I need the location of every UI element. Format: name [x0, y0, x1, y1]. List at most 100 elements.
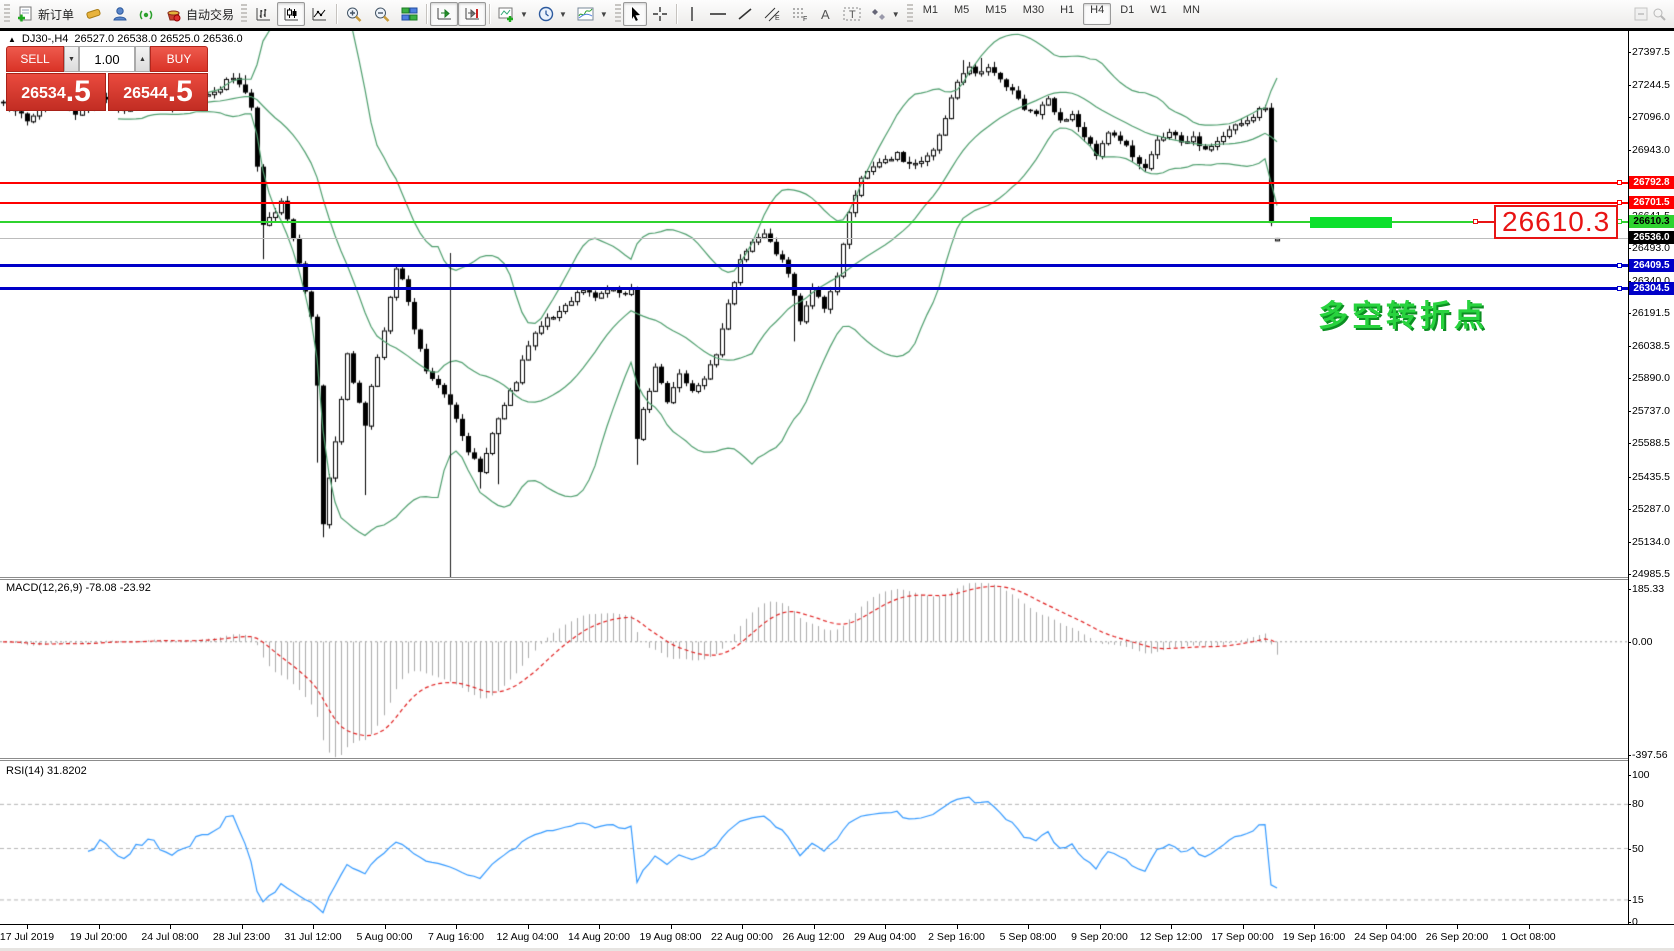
horizontal-line-support-upper[interactable]	[0, 264, 1628, 267]
price-tick-label: 25287.0	[1632, 503, 1670, 515]
time-axis-tick	[170, 925, 171, 929]
collapse-arrow-icon[interactable]: ▲	[8, 35, 16, 44]
clock-icon	[538, 6, 554, 22]
price-tag-26701.5: 26701.5	[1629, 196, 1674, 209]
toolbar-grip[interactable]	[4, 4, 10, 24]
signals-button[interactable]	[133, 2, 160, 26]
price-callout-anchor	[1473, 219, 1478, 224]
new-chart-button[interactable]: ▼	[493, 2, 533, 26]
rsi-canvas[interactable]	[0, 761, 1628, 924]
timeframe-button-m1[interactable]: M1	[916, 3, 945, 25]
time-axis-tick	[742, 925, 743, 929]
chart-shift-button[interactable]	[458, 2, 486, 26]
shapes-icon	[871, 6, 887, 22]
shapes-tool-button[interactable]: ▼	[866, 2, 905, 26]
buy-button[interactable]: BUY	[150, 46, 208, 72]
sell-price-button[interactable]: 26534 .5	[6, 73, 106, 111]
horizontal-line-resistance-upper[interactable]	[0, 182, 1628, 184]
time-axis-tick	[671, 925, 672, 929]
line-anchor[interactable]	[1617, 263, 1622, 268]
line-chart-mode-button[interactable]	[305, 2, 333, 26]
autotrading-icon	[165, 6, 182, 22]
chart-symbol-timeframe: DJ30-,H4	[22, 33, 68, 45]
chevron-down-icon: ▼	[559, 10, 567, 19]
turning-point-annotation[interactable]: 多空转折点	[1318, 291, 1488, 335]
volume-up-button[interactable]: ▲	[135, 46, 150, 72]
timeframe-button-m5[interactable]: M5	[947, 3, 976, 25]
toolbar-grip[interactable]	[907, 4, 913, 24]
sell-price-pips: .5	[66, 77, 91, 107]
time-axis[interactable]: 17 Jul 201919 Jul 20:0024 Jul 08:0028 Ju…	[0, 924, 1674, 948]
candlestick-mode-button[interactable]	[277, 2, 305, 26]
time-axis-label: 7 Aug 16:00	[428, 931, 484, 943]
macd-label: MACD(12,26,9) -78.08 -23.92	[6, 582, 151, 594]
line-anchor[interactable]	[1617, 200, 1622, 205]
chevron-down-icon: ▼	[520, 10, 528, 19]
tile-windows-button[interactable]	[396, 2, 423, 26]
styler-button[interactable]	[79, 2, 107, 26]
timeframe-button-d1[interactable]: D1	[1113, 3, 1141, 25]
horizontal-line-tool-button[interactable]	[704, 2, 732, 26]
time-axis-tick	[1100, 925, 1101, 929]
person-icon	[112, 6, 128, 22]
indicators-icon	[577, 6, 595, 22]
timeframe-button-m30[interactable]: M30	[1016, 3, 1051, 25]
crosshair-tool-button[interactable]	[647, 2, 673, 26]
indicators-button[interactable]: ▼	[572, 2, 613, 26]
auto-scroll-button[interactable]	[430, 2, 458, 26]
buy-price-button[interactable]: 26544 .5	[108, 73, 208, 111]
line-anchor[interactable]	[1617, 286, 1622, 291]
horizontal-line-resistance-lower[interactable]	[0, 202, 1628, 204]
line-anchor[interactable]	[1617, 180, 1622, 185]
sell-button[interactable]: SELL	[6, 46, 64, 72]
cursor-tool-button[interactable]	[623, 2, 647, 26]
new-order-label: 新订单	[38, 6, 74, 23]
text-tool-button[interactable]: A	[814, 2, 838, 26]
time-axis-label: 28 Jul 23:00	[213, 931, 270, 943]
price-callout-label[interactable]: 26610.3	[1494, 205, 1618, 239]
horizontal-line-icon	[709, 6, 727, 22]
chart-ohlc-values: 26527.0 26538.0 26525.0 26536.0	[74, 33, 242, 45]
toolbar-grip[interactable]	[615, 4, 621, 24]
new-order-button[interactable]: 新订单	[12, 2, 79, 26]
toolbar-grip[interactable]	[241, 4, 247, 24]
time-axis-tick	[1171, 925, 1172, 929]
zoom-in-button[interactable]	[340, 2, 368, 26]
trendline-tool-button[interactable]	[732, 2, 758, 26]
text-label-tool-button[interactable]: T	[838, 2, 866, 26]
autotrading-button[interactable]: 自动交易	[160, 2, 239, 26]
zoom-out-button[interactable]	[368, 2, 396, 26]
auto-scroll-icon	[435, 6, 453, 22]
community-button[interactable]	[107, 2, 133, 26]
volume-down-button[interactable]: ▼	[64, 46, 79, 72]
bar-chart-mode-button[interactable]	[249, 2, 277, 26]
macd-canvas[interactable]	[0, 580, 1628, 758]
price-tick-label: 27244.5	[1632, 79, 1670, 91]
timeframe-button-m15[interactable]: M15	[978, 3, 1013, 25]
timeframe-button-mn[interactable]: MN	[1176, 3, 1207, 25]
new-chart-icon	[498, 6, 515, 22]
timeframe-button-h1[interactable]: H1	[1053, 3, 1081, 25]
text-label-icon: T	[843, 6, 861, 22]
volume-input[interactable]: 1.00	[79, 46, 135, 72]
timeframe-button-w1[interactable]: W1	[1143, 3, 1174, 25]
highlight-rectangle[interactable]	[1310, 217, 1392, 228]
fibonacci-tool-button[interactable]: F	[786, 2, 814, 26]
price-tick-label: 24985.5	[1632, 568, 1670, 580]
channel-tool-button[interactable]: E	[758, 2, 786, 26]
svg-text:T: T	[849, 9, 856, 21]
price-tick-label: 25588.5	[1632, 437, 1670, 449]
horizontal-line-support-lower[interactable]	[0, 287, 1628, 290]
time-axis-label: 19 Aug 08:00	[640, 931, 702, 943]
time-axis-label: 26 Aug 12:00	[783, 931, 845, 943]
time-axis-label: 12 Aug 04:00	[497, 931, 559, 943]
time-axis-label: 17 Jul 2019	[0, 931, 54, 943]
crayon-icon	[84, 6, 102, 22]
toolbar-search-icon[interactable]	[1652, 7, 1666, 21]
toolbar-overflow-icon[interactable]	[1634, 7, 1648, 21]
profiles-button[interactable]: ▼	[533, 2, 572, 26]
timeframe-button-h4[interactable]: H4	[1083, 3, 1111, 25]
price-tick-label: 27096.0	[1632, 111, 1670, 123]
vertical-line-tool-button[interactable]	[680, 2, 704, 26]
price-axis[interactable]: 27397.527244.527096.026943.026641.526493…	[1629, 31, 1674, 924]
